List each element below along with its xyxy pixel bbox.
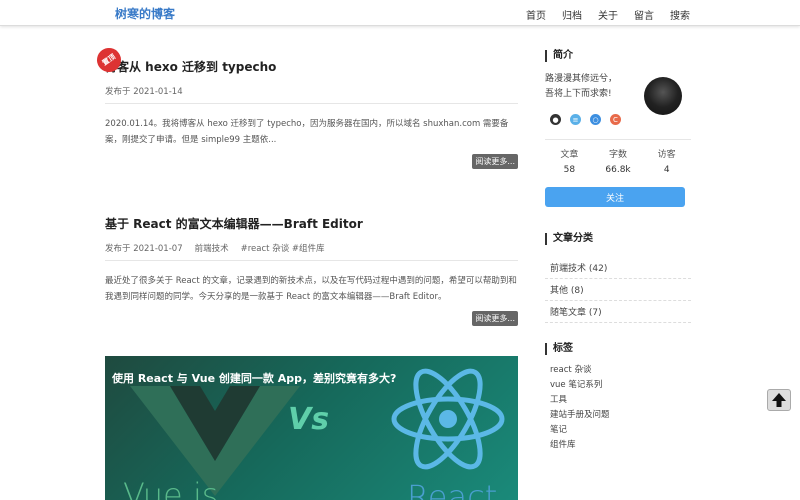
avatar [644, 77, 682, 115]
category-item[interactable]: 其他 (8) [545, 279, 691, 301]
category-list: 前端技术 (42) 其他 (8) 随笔文章 (7) [545, 257, 691, 323]
tag-widget: 标签 react 杂谈 vue 笔记系列 工具 建站手册及问题 笔记 组件库 [545, 343, 691, 453]
back-to-top-button[interactable] [767, 389, 791, 411]
social-links: ● ≡ ○ C [545, 114, 691, 125]
read-more-button[interactable]: 阅读更多... [472, 311, 518, 326]
nav-search[interactable]: 搜索 [670, 7, 690, 22]
post-title[interactable]: 基于 React 的富文本编辑器——Braft Editor [105, 215, 518, 232]
nav-guestbook[interactable]: 留言 [634, 7, 654, 22]
post-tags[interactable]: #react 杂谈 #组件库 [241, 242, 325, 254]
post-excerpt: 2020.01.14。我将博客从 hexo 迁移到了 typecho，因为服务器… [105, 119, 509, 145]
follow-button[interactable]: 关注 [545, 187, 685, 207]
post-item: 基于 React 的富文本编辑器——Braft Editor 发布于 2021-… [105, 215, 518, 365]
react-word: React [407, 478, 498, 500]
tag-list: react 杂谈 vue 笔记系列 工具 建站手册及问题 笔记 组件库 [545, 363, 691, 453]
tag-heading: 标签 [545, 343, 691, 355]
main-nav: 首页 归档 关于 留言 搜索 [526, 7, 690, 22]
globe-icon[interactable]: ○ [590, 114, 601, 125]
tag-item[interactable]: react 杂谈 [550, 363, 691, 378]
tag-item[interactable]: vue 笔记系列 [550, 378, 691, 393]
category-widget: 文章分类 前端技术 (42) 其他 (8) 随笔文章 (7) [545, 233, 691, 323]
top-navbar: 树寒的博客 首页 归档 关于 留言 搜索 [0, 0, 800, 26]
post-list: 置顶 博客从 hexo 迁移到 typecho 发布于 2021-01-14 2… [92, 43, 518, 365]
stat-words: 字数 66.8k [605, 150, 631, 175]
category-heading: 文章分类 [545, 233, 691, 245]
read-more-button[interactable]: 阅读更多... [472, 154, 518, 169]
sidebar: 简介 路漫漫其修远兮， 吾将上下而求索! ● ≡ ○ C 文章 58 字数 66… [545, 50, 691, 453]
post-item: 置顶 博客从 hexo 迁移到 typecho 发布于 2021-01-14 2… [92, 43, 518, 203]
category-item[interactable]: 随笔文章 (7) [545, 301, 691, 323]
c-icon[interactable]: C [610, 114, 621, 125]
nav-home[interactable]: 首页 [526, 7, 546, 22]
post-title[interactable]: 博客从 hexo 迁移到 typecho [105, 58, 518, 75]
stat-visitors: 访客 4 [657, 150, 676, 175]
post-excerpt: 最近处了很多关于 React 的文章，记录遇到的新技术点，以及在写代码过程中遇到… [105, 276, 517, 302]
nav-about[interactable]: 关于 [598, 7, 618, 22]
intro-widget: 简介 路漫漫其修远兮， 吾将上下而求索! ● ≡ ○ C 文章 58 字数 66… [545, 50, 691, 207]
vs-label: Vs [288, 402, 330, 437]
tag-item[interactable]: 工具 [550, 393, 691, 408]
github-icon[interactable]: ● [550, 114, 561, 125]
tag-item[interactable]: 笔记 [550, 423, 691, 438]
featured-post-banner[interactable]: Vs 使用 React 与 Vue 创建同一款 App，差别究竟有多大? Vue… [105, 356, 518, 500]
arrow-up-icon [772, 393, 786, 407]
post-date: 发布于 2021-01-14 [105, 87, 183, 97]
react-logo-icon [391, 368, 505, 470]
nav-archive[interactable]: 归档 [562, 7, 582, 22]
bookmark-icon[interactable]: ≡ [570, 114, 581, 125]
stat-articles: 文章 58 [560, 150, 579, 175]
post-category[interactable]: 前端技术 [195, 242, 229, 254]
post-meta: 发布于 2021-01-14 [105, 85, 518, 104]
post-date: 发布于 2021-01-07 [105, 244, 183, 254]
category-item[interactable]: 前端技术 (42) [545, 257, 691, 279]
tag-item[interactable]: 建站手册及问题 [550, 408, 691, 423]
tag-item[interactable]: 组件库 [550, 438, 691, 453]
post-meta: 发布于 2021-01-07 前端技术 #react 杂谈 #组件库 [105, 242, 518, 261]
site-title[interactable]: 树寒的博客 [115, 5, 175, 22]
banner-title[interactable]: 使用 React 与 Vue 创建同一款 App，差别究竟有多大? [112, 370, 396, 386]
intro-heading: 简介 [545, 50, 691, 62]
site-stats: 文章 58 字数 66.8k 访客 4 [545, 139, 691, 178]
vue-word: Vue.js [123, 476, 219, 500]
